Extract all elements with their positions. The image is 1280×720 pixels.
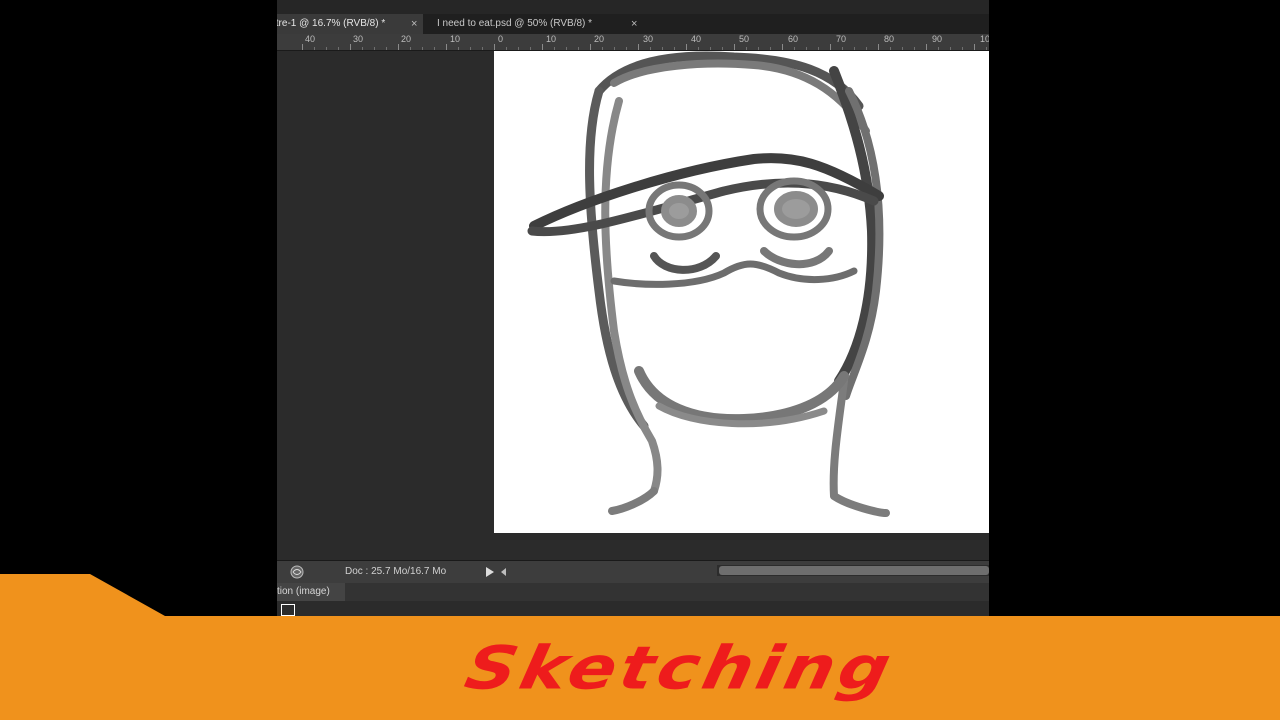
banner-title: Sketching [459,633,901,703]
banner-background [0,574,1280,720]
